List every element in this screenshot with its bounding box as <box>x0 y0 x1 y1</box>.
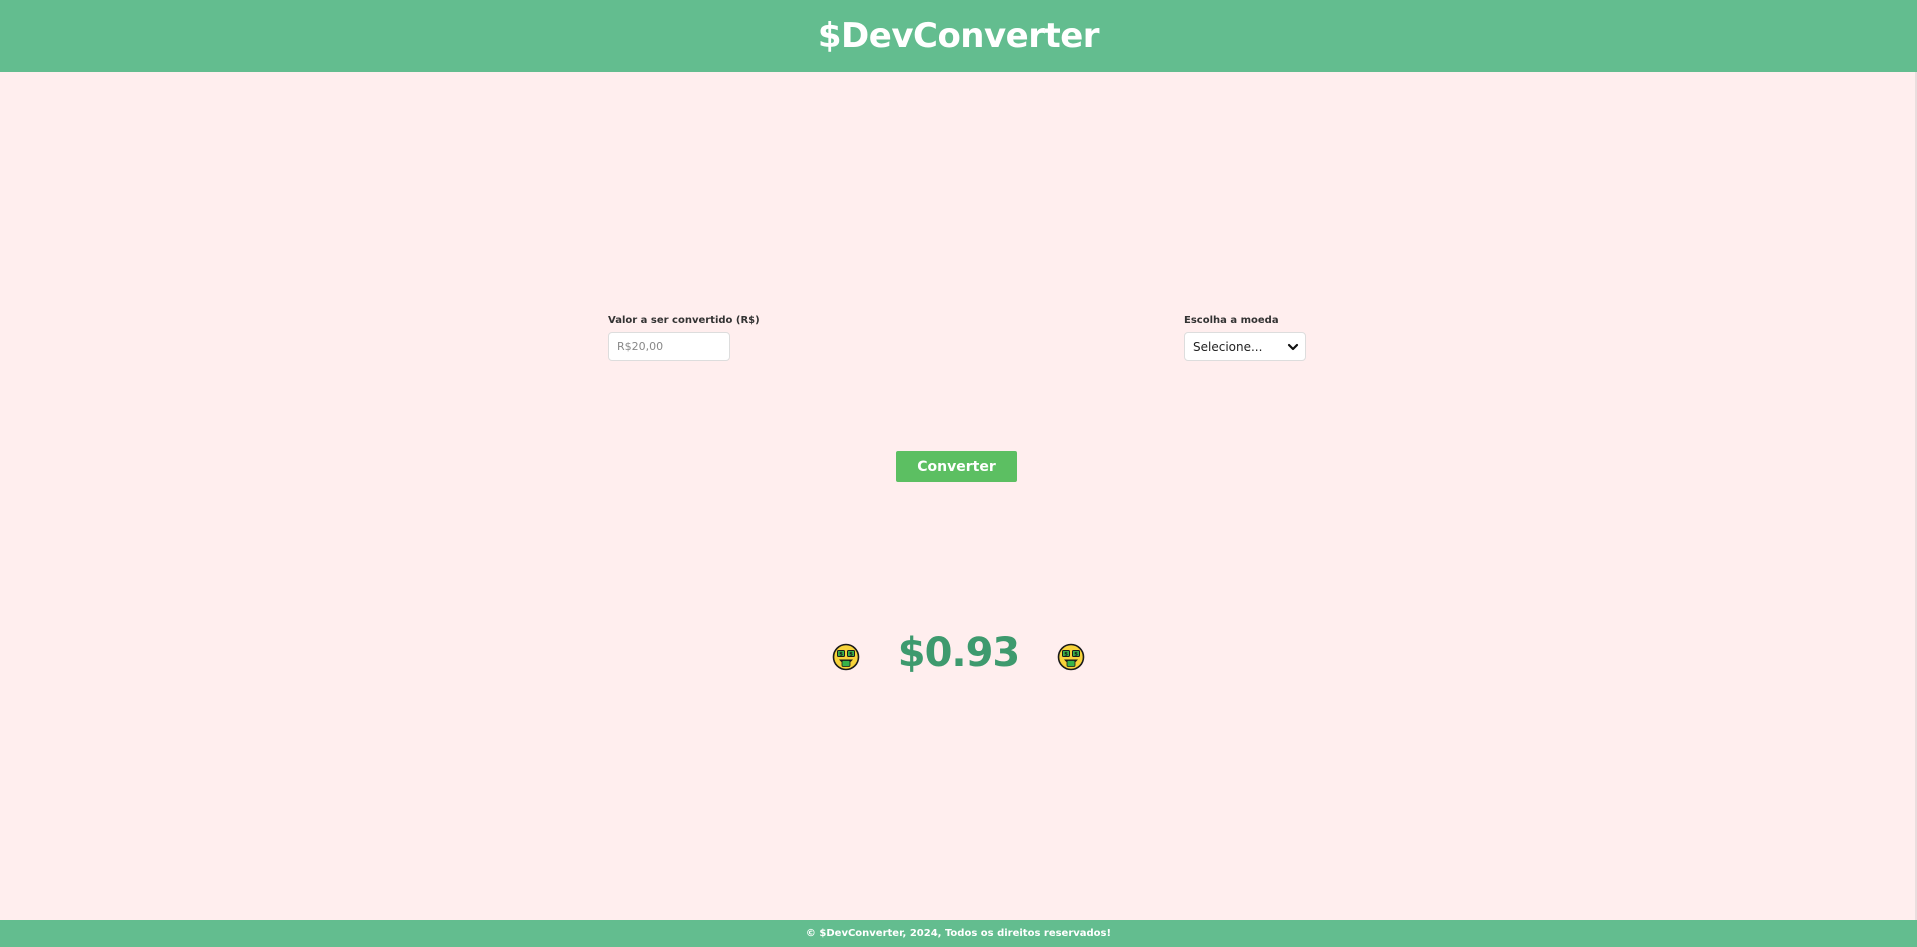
amount-field: Valor a ser convertido (R$) <box>608 315 760 361</box>
amount-label: Valor a ser convertido (R$) <box>608 315 760 326</box>
convert-button[interactable]: Converter <box>896 451 1017 482</box>
money-mouth-face-icon: $ $ <box>832 643 860 671</box>
amount-input[interactable] <box>608 332 730 361</box>
svg-text:$: $ <box>1064 652 1068 658</box>
footer-bar: © $DevConverter, 2024, Todos os direitos… <box>0 920 1917 947</box>
header-bar: $DevConverter <box>0 0 1917 72</box>
svg-text:$: $ <box>849 652 853 658</box>
currency-label: Escolha a moeda <box>1184 315 1279 326</box>
currency-select[interactable]: Selecione... <box>1184 332 1306 361</box>
result-display: $ $ $0.93 $ $ <box>0 618 1917 688</box>
chevron-down-icon <box>1287 343 1299 350</box>
money-mouth-face-icon: $ $ <box>1057 643 1085 671</box>
converted-value: $0.93 <box>897 630 1021 676</box>
currency-field: Escolha a moeda Selecione... <box>1184 315 1306 361</box>
svg-text:$: $ <box>1074 652 1078 658</box>
svg-text:$: $ <box>839 652 843 658</box>
currency-select-value: Selecione... <box>1193 339 1263 354</box>
footer-text: © $DevConverter, 2024, Todos os direitos… <box>805 928 1112 939</box>
app-title: $DevConverter <box>817 16 1100 56</box>
